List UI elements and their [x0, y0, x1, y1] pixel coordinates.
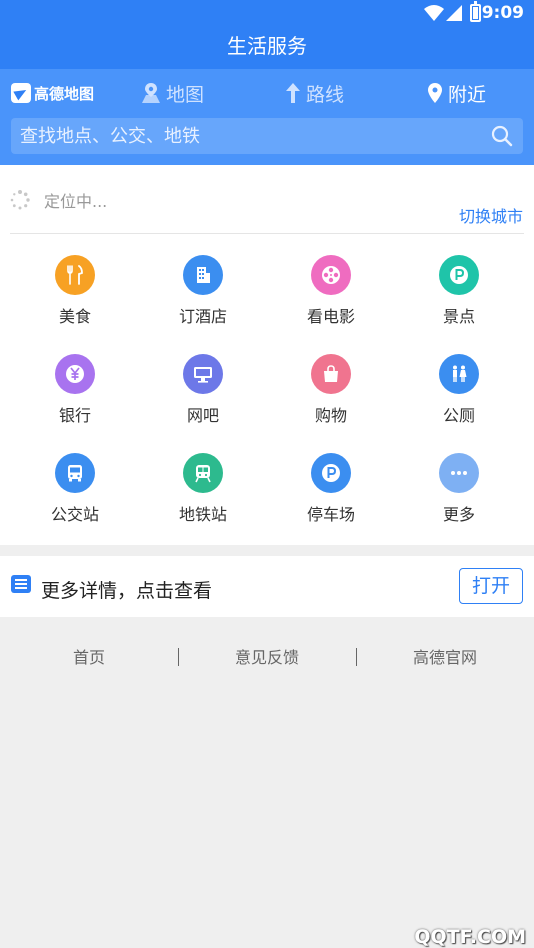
main-content: 定位中... 切换城市 美食 订酒店 看电影 景点 银行 网吧 购物 公厕 公交… — [0, 165, 534, 545]
search-box[interactable] — [11, 118, 523, 154]
status-bar: 9:09 — [0, 0, 534, 26]
category-label: 更多 — [442, 505, 475, 524]
category-bus-stop[interactable]: 公交站 — [11, 449, 139, 539]
more-dots-icon — [451, 471, 467, 475]
battery-icon — [470, 1, 481, 22]
amap-logo-icon — [11, 83, 31, 103]
scenic-spot-icon — [450, 266, 468, 284]
category-label: 网吧 — [186, 406, 219, 425]
film-reel-icon — [322, 266, 340, 284]
category-food[interactable]: 美食 — [11, 251, 139, 341]
footer-link-feedback[interactable]: 意见反馈 — [178, 646, 356, 670]
monitor-icon — [194, 367, 212, 383]
parking-icon — [322, 464, 340, 482]
open-button[interactable]: 打开 — [459, 568, 523, 604]
category-more[interactable]: 更多 — [395, 449, 523, 539]
bus-icon — [68, 465, 82, 482]
switch-city-link[interactable]: 切换城市 — [459, 203, 523, 227]
tab-nearby-label: 附近 — [448, 83, 487, 106]
divider — [10, 233, 524, 234]
hotel-icon — [197, 267, 210, 283]
category-subway-station[interactable]: 地铁站 — [139, 449, 267, 539]
wifi-icon — [424, 5, 444, 21]
details-bar: 更多详情，点击查看 打开 — [0, 556, 534, 617]
list-icon — [11, 575, 31, 593]
search-input[interactable] — [11, 118, 481, 154]
location-status-text: 定位中... — [44, 192, 108, 211]
route-arrow-icon — [286, 83, 300, 103]
yuan-icon — [66, 365, 84, 383]
tab-route[interactable]: 路线 — [286, 79, 344, 107]
map-icon — [142, 83, 160, 103]
location-pin-icon — [428, 83, 442, 103]
subway-icon — [195, 465, 211, 483]
category-movie[interactable]: 看电影 — [267, 251, 395, 341]
category-label: 购物 — [314, 406, 347, 425]
category-restroom[interactable]: 公厕 — [395, 350, 523, 440]
restroom-icon — [453, 365, 467, 382]
category-label: 美食 — [58, 307, 91, 326]
shopping-bag-icon — [324, 365, 338, 382]
tab-map-label: 地图 — [166, 83, 205, 106]
tab-route-label: 路线 — [306, 83, 345, 106]
signal-icon — [446, 5, 462, 21]
amap-nav: 高德地图 地图 路线 附近 — [0, 69, 534, 115]
category-label: 停车场 — [306, 505, 355, 524]
category-label: 银行 — [58, 406, 91, 425]
footer-links: 首页 意见反馈 高德官网 — [0, 646, 534, 670]
footer-link-official-site[interactable]: 高德官网 — [356, 646, 534, 670]
details-text: 更多详情，点击查看 — [41, 580, 213, 602]
category-label: 看电影 — [306, 307, 355, 326]
category-label: 公交站 — [50, 505, 99, 524]
page-title: 生活服务 — [0, 26, 534, 69]
search-icon[interactable] — [491, 125, 513, 147]
category-label: 订酒店 — [178, 307, 227, 326]
amap-logo-text: 高德地图 — [34, 84, 95, 103]
location-status: 定位中... — [10, 189, 107, 211]
category-shopping[interactable]: 购物 — [267, 350, 395, 440]
tab-nearby[interactable]: 附近 — [428, 79, 486, 107]
status-time: 9:09 — [481, 3, 524, 23]
loading-spinner-icon — [10, 190, 30, 210]
category-internet-cafe[interactable]: 网吧 — [139, 350, 267, 440]
watermark: QQTF.COM — [414, 926, 526, 948]
footer-link-home[interactable]: 首页 — [0, 646, 178, 670]
category-hotel[interactable]: 订酒店 — [139, 251, 267, 341]
category-label: 景点 — [442, 307, 475, 326]
category-label: 地铁站 — [178, 505, 227, 524]
category-bank[interactable]: 银行 — [11, 350, 139, 440]
category-parking[interactable]: 停车场 — [267, 449, 395, 539]
amap-logo[interactable]: 高德地图 — [11, 81, 94, 105]
tab-map[interactable]: 地图 — [142, 79, 204, 107]
amap-header: 高德地图 地图 路线 附近 — [0, 69, 534, 165]
category-label: 公厕 — [442, 406, 475, 425]
fork-knife-icon — [67, 265, 83, 285]
category-scenic[interactable]: 景点 — [395, 251, 523, 341]
